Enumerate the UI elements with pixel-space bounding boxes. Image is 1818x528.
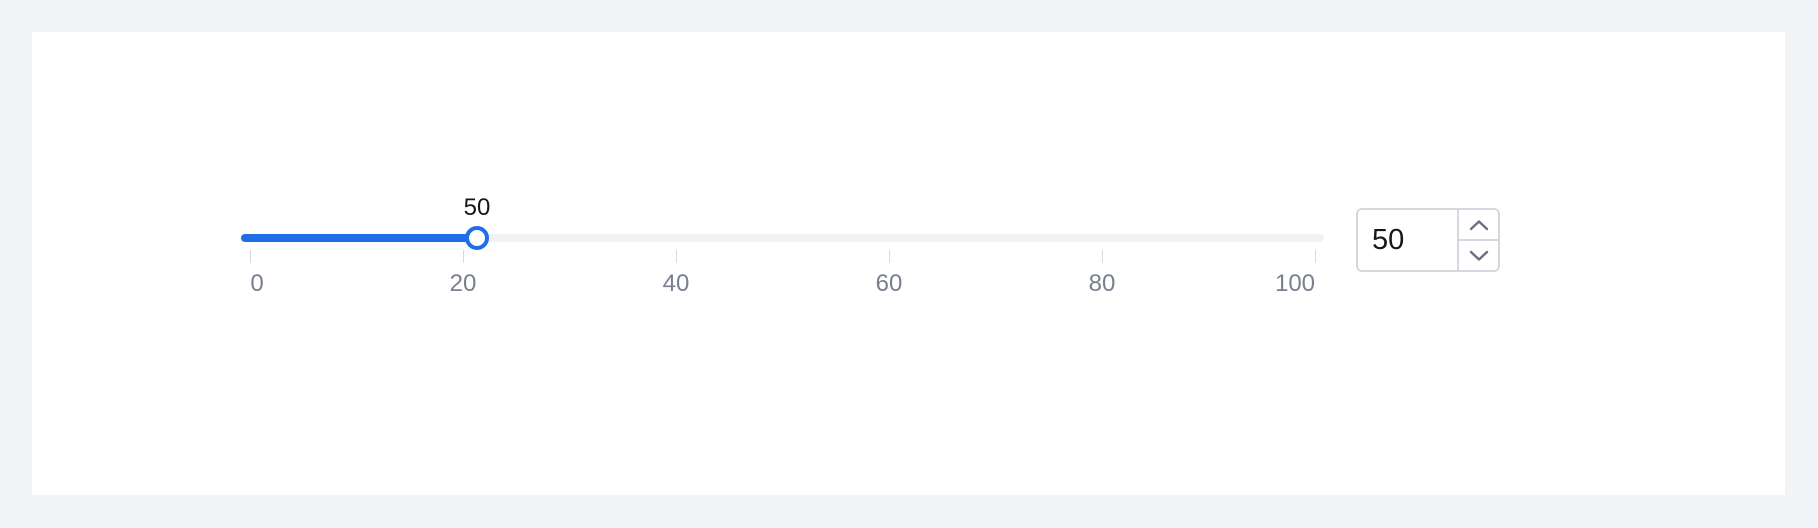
decrement-button[interactable] [1459,239,1498,270]
slider-tick [676,250,677,263]
stepper-controls [1457,210,1498,270]
slider-mark-label[interactable]: 20 [450,270,477,298]
slider-mark-label[interactable]: 0 [250,270,263,298]
increment-button[interactable] [1459,210,1498,239]
slider-track-fill [241,234,477,242]
chevron-up-icon [1469,219,1489,231]
range-slider[interactable]: 50 0 20 40 60 80 100 [241,194,1324,297]
slider-handle[interactable] [465,226,489,250]
slider-tick [250,250,251,263]
slider-tick [1315,250,1316,263]
number-input-field[interactable] [1358,210,1457,270]
slider-mark-label[interactable]: 40 [663,270,690,298]
slider-tick [1102,250,1103,263]
chevron-down-icon [1469,250,1489,262]
slider-mark-label[interactable]: 80 [1089,270,1116,298]
slider-tick [463,250,464,263]
slider-tick [889,250,890,263]
slider-mark-label[interactable]: 100 [1275,270,1315,298]
number-stepper [1356,208,1500,272]
slider-mark-label[interactable]: 60 [876,270,903,298]
slider-value-tooltip: 50 [463,194,491,221]
